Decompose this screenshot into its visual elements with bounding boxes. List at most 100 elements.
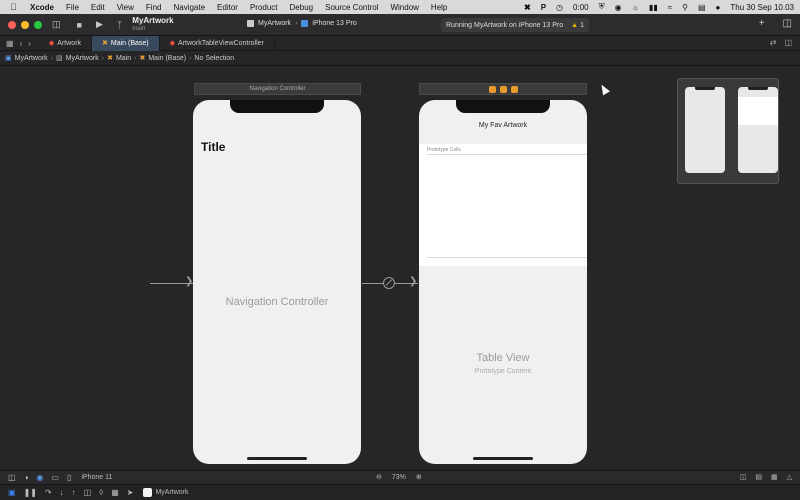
close-window-button[interactable] xyxy=(8,20,16,29)
zoom-level[interactable]: 73% xyxy=(392,474,406,481)
timer-icon[interactable]: ◷ xyxy=(556,3,563,12)
swift-file-icon: ◆ xyxy=(48,40,55,47)
run-destination[interactable]: MyArtwork › iPhone 13 Pro xyxy=(247,20,357,27)
navigation-controller-scene-bar[interactable]: Navigation Controller xyxy=(194,83,361,95)
view-hierarchy-icon[interactable]: ◫ xyxy=(84,488,92,497)
back-icon[interactable]: ‹ xyxy=(20,39,23,48)
orientation-icon[interactable]: ▭ xyxy=(51,473,59,482)
debug-area-toggle-icon[interactable]: ▣ xyxy=(8,488,16,497)
chevron-right-icon: › xyxy=(295,20,298,27)
device-selector[interactable]: iPhone 11 xyxy=(81,474,112,481)
table-view-label: Table View xyxy=(476,352,530,364)
view-controller-icon[interactable] xyxy=(488,85,496,93)
battery-icon[interactable]: ▮▮ xyxy=(649,3,658,12)
forward-icon[interactable]: › xyxy=(28,39,31,48)
memory-graph-icon[interactable]: ◊ xyxy=(99,488,103,497)
tab-artwork[interactable]: ◆ Artwork xyxy=(39,35,93,51)
control-center-icon[interactable]: ▤ xyxy=(698,3,706,12)
run-icon[interactable]: ▶ xyxy=(96,19,103,30)
menu-product[interactable]: Product xyxy=(250,3,278,12)
simulate-location-icon[interactable]: ➤ xyxy=(127,488,134,497)
device-icon[interactable]: ▯ xyxy=(67,473,71,482)
update-frames-icon[interactable]: ◫ xyxy=(740,473,747,481)
split-editor-icon[interactable]: ◫ xyxy=(784,38,792,47)
tab-main-base[interactable]: ✖ Main (Base) xyxy=(92,35,160,51)
zoom-window-button[interactable] xyxy=(34,20,42,29)
tab-artwork-table-view-controller[interactable]: ◆ ArtworkTableViewController xyxy=(160,35,275,51)
notification-icon[interactable]: ● xyxy=(716,3,721,12)
spotlight-icon[interactable]: ⚲ xyxy=(682,3,688,12)
branch-icon[interactable]: ᛉ xyxy=(117,20,122,30)
navigation-item-title[interactable]: My Fav Artwork xyxy=(419,122,587,129)
mouse-pointer-icon xyxy=(598,82,610,96)
camera-icon[interactable]: ◉ xyxy=(615,3,622,12)
adjust-editor-icon[interactable]: ⇄ xyxy=(770,38,777,47)
scheme-name: MyArtwork xyxy=(132,15,174,25)
navigation-controller-phone[interactable]: Title Navigation Controller xyxy=(193,100,361,464)
minimap-notch xyxy=(748,87,768,90)
activity-text: Running MyArtwork on iPhone 13 Pro xyxy=(446,21,564,29)
step-over-icon[interactable]: ↷ xyxy=(45,488,52,497)
wifi-icon[interactable]: ≈ xyxy=(668,3,672,12)
minimize-window-button[interactable] xyxy=(21,20,29,29)
menu-view[interactable]: View xyxy=(117,3,134,12)
pause-icon[interactable]: ❚❚ xyxy=(24,488,37,497)
phone-notch xyxy=(456,100,550,113)
debug-process-name[interactable]: MyArtwork xyxy=(155,489,188,496)
menu-navigate[interactable]: Navigate xyxy=(173,3,205,12)
menu-app[interactable]: Xcode xyxy=(30,3,54,12)
prototype-cells-area[interactable] xyxy=(419,144,587,266)
menu-debug[interactable]: Debug xyxy=(290,3,314,12)
first-responder-icon[interactable] xyxy=(499,85,507,93)
minimap-notch xyxy=(695,87,715,90)
appearance-icon[interactable]: ◑ xyxy=(24,473,29,482)
menu-find[interactable]: Find xyxy=(146,3,162,12)
navigator-toggle-icon[interactable]: ◫ xyxy=(52,19,61,30)
menu-window[interactable]: Window xyxy=(390,3,418,12)
x-app-icon[interactable]: ✖ xyxy=(524,3,531,12)
add-icon[interactable]: + xyxy=(759,18,765,29)
zoom-in-icon[interactable]: ⊕ xyxy=(416,473,422,481)
warning-icon[interactable]: ▲ xyxy=(571,22,578,29)
breadcrumb-project[interactable]: MyArtwork xyxy=(15,55,48,62)
storyboard-file-icon: ✖ xyxy=(102,40,108,47)
canvas-minimap[interactable] xyxy=(677,78,779,184)
align-icon[interactable]: ▤ xyxy=(755,473,762,481)
apple-icon[interactable]:  xyxy=(10,2,22,12)
window-controls xyxy=(8,20,42,29)
device-config-icon[interactable]: ◉ xyxy=(36,473,43,482)
breadcrumb-selection[interactable]: No Selection xyxy=(194,55,234,62)
zoom-out-icon[interactable]: ⊖ xyxy=(376,473,382,481)
brightness-icon[interactable]: ☼ xyxy=(632,3,639,12)
shield-icon[interactable]: ⛨ xyxy=(599,2,605,12)
scheme-selector[interactable]: MyArtwork main xyxy=(132,15,174,33)
swift-file-icon: ◆ xyxy=(169,40,176,47)
step-out-icon[interactable]: ↑ xyxy=(72,488,76,497)
clock-text[interactable]: Thu 30 Sep 10.03 xyxy=(730,3,794,12)
menu-edit[interactable]: Edit xyxy=(91,3,105,12)
p-app-icon[interactable]: P xyxy=(541,3,546,12)
menu-source-control[interactable]: Source Control xyxy=(325,3,378,12)
exit-icon[interactable] xyxy=(510,85,518,93)
menu-help[interactable]: Help xyxy=(431,3,447,12)
related-items-icon[interactable]: ▦ xyxy=(6,39,14,48)
stop-icon[interactable]: ■ xyxy=(77,20,82,30)
inspector-toggle-icon[interactable]: ◫ xyxy=(783,18,792,29)
debug-bar: ▣ ❚❚ ↷ ↓ ↑ ◫ ◊ ▦ ➤ MyArtwork xyxy=(0,484,800,500)
breadcrumb-main-base[interactable]: Main (Base) xyxy=(148,55,186,62)
activity-viewer[interactable]: Running MyArtwork on iPhone 13 Pro ▲ 1 xyxy=(441,18,589,32)
minimap-table-view-controller xyxy=(738,87,778,173)
table-view-controller-phone[interactable]: My Fav Artwork Prototype Cells Table Vie… xyxy=(419,100,587,464)
breadcrumb-main[interactable]: Main xyxy=(116,55,131,62)
environment-overrides-icon[interactable]: ▦ xyxy=(111,488,119,497)
menu-editor[interactable]: Editor xyxy=(217,3,238,12)
menu-file[interactable]: File xyxy=(66,3,79,12)
storyboard-canvas[interactable]: Navigation Controller ❯ Title Navigation… xyxy=(0,66,800,470)
document-outline-icon[interactable]: ◫ xyxy=(8,473,16,482)
breadcrumb-group[interactable]: MyArtwork xyxy=(66,55,99,62)
step-in-icon[interactable]: ↓ xyxy=(60,488,64,497)
resolve-issues-icon[interactable]: △ xyxy=(787,473,792,481)
table-view-controller-scene-dock[interactable] xyxy=(419,83,587,95)
add-constraints-icon[interactable]: ▦ xyxy=(771,473,778,481)
warning-count: 1 xyxy=(580,21,584,29)
